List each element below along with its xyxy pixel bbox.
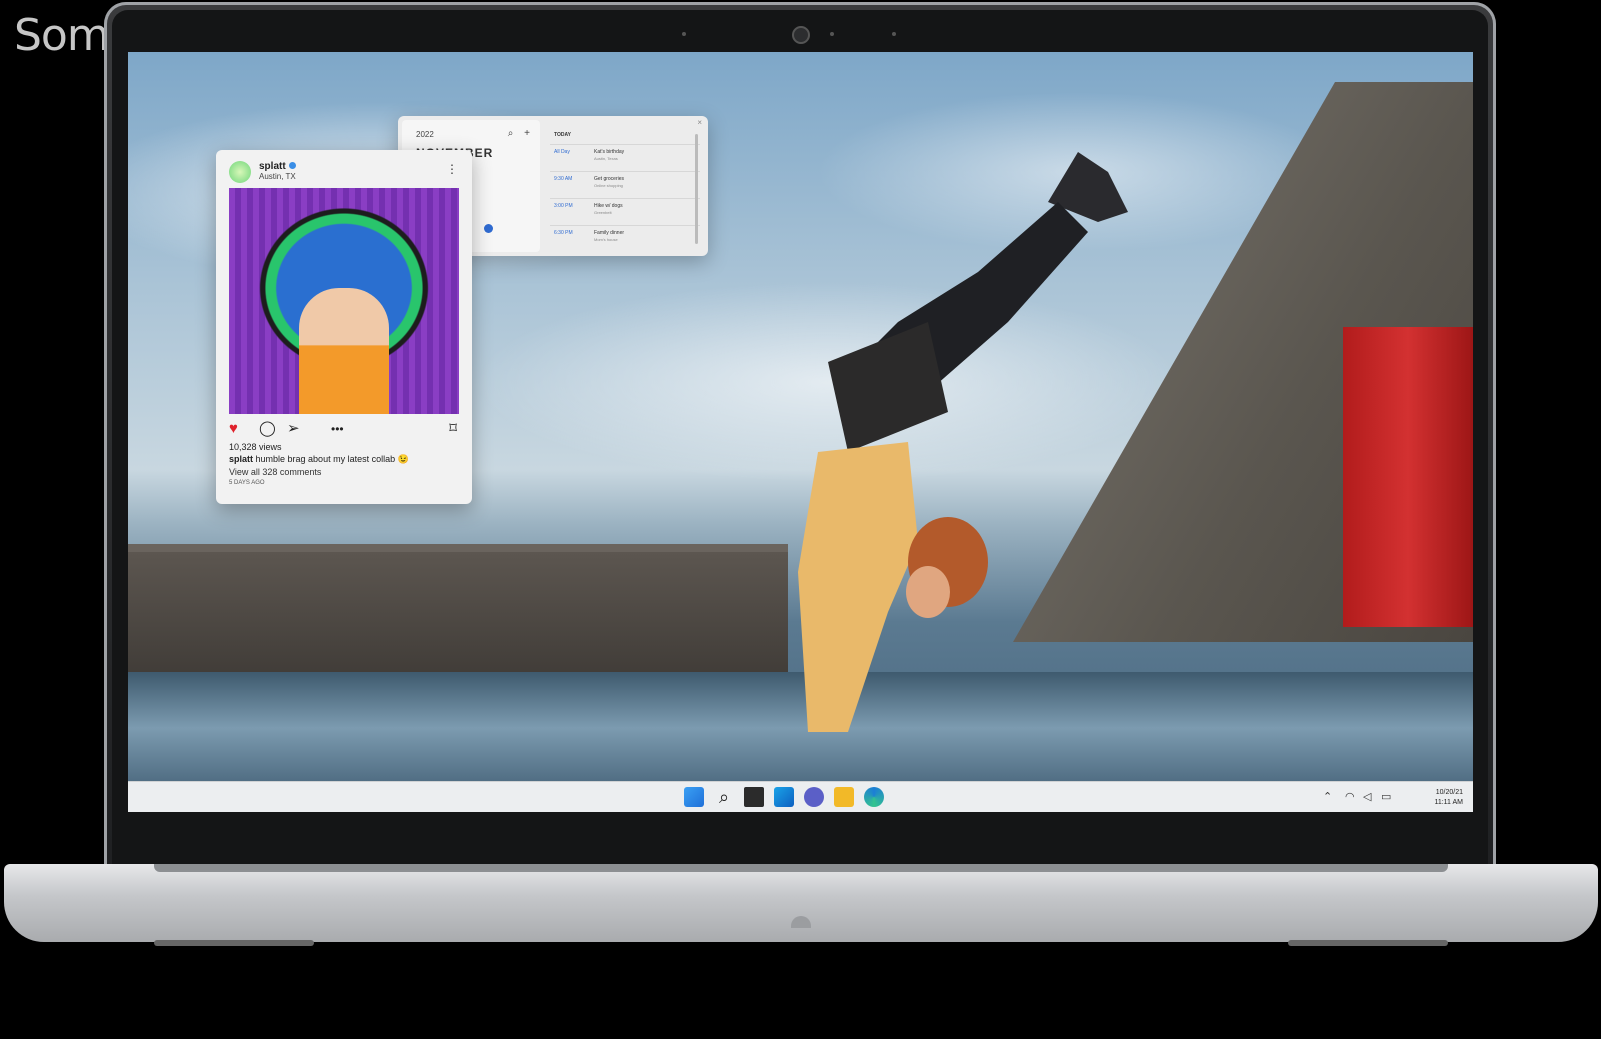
post-location[interactable]: Austin, TX [259,172,296,181]
search-icon[interactable]: ⌕ [508,128,514,139]
system-tray: ⌃ ◠ ◁ ▭ 10/20/21 11:11 AM [1323,786,1463,808]
more-options-icon[interactable]: ⋮ [446,162,458,176]
post-caption: splatt humble brag about my latest colla… [229,454,409,464]
mic-dot [830,32,834,36]
calendar-today-marker[interactable] [484,224,493,233]
task-view-icon[interactable] [744,787,764,807]
agenda-event[interactable]: All Day Kat's birthday Austin, Texas [550,144,700,171]
comment-icon[interactable]: ◯ [259,420,276,438]
file-explorer-icon[interactable] [834,787,854,807]
volume-icon[interactable]: ◁ [1363,790,1371,803]
add-icon[interactable]: + [524,128,530,139]
agenda-event[interactable]: 9:30 AM Get groceries Online shopping [550,171,700,198]
event-time: All Day [554,149,570,155]
calendar-year-dropdown[interactable]: 2022 [416,130,434,139]
agenda-header: TODAY [554,132,571,138]
mic-dot [892,32,896,36]
wifi-icon[interactable]: ◠ [1345,790,1355,803]
agenda-event[interactable]: 3:00 PM Hike w/ dogs Greenbelt [550,198,700,225]
laptop-hinge [154,864,1448,872]
calendar-agenda: TODAY All Day Kat's birthday Austin, Tex… [550,124,700,248]
verified-badge-icon [288,162,296,169]
laptop-foot [1288,940,1448,946]
post-actions: ♥ ◯ ➢ ••• ⌑ [229,420,459,438]
event-time: 6:30 PM [554,230,573,236]
post-timestamp: 5 DAYS AGO [229,480,265,486]
event-title: Kat's birthday [594,149,625,155]
mic-dot [682,32,686,36]
calendar-tools: ⌕ + [508,128,530,139]
agenda-event[interactable]: 6:30 PM Family dinner Mom's house [550,225,700,252]
post-views: 10,328 views [229,442,282,452]
clock-time: 11:11 AM [1434,799,1463,806]
event-time: 9:30 AM [554,176,573,182]
close-icon[interactable]: × [697,118,702,127]
send-icon[interactable]: ➢ [287,420,300,438]
social-post-widget[interactable]: splatt Austin, TX ⋮ ♥ ◯ ➢ ••• ⌑ 10,328 v… [216,150,472,504]
chevron-up-icon[interactable]: ⌃ [1323,790,1332,803]
wallpaper-handstand-person [798,152,1128,732]
carousel-dots-icon: ••• [331,422,344,436]
clock[interactable]: 10/20/21 11:11 AM [1434,788,1463,808]
laptop-foot [154,940,314,946]
event-time: 3:00 PM [554,203,573,209]
teams-chat-icon[interactable] [804,787,824,807]
event-subtitle: Online shopping [594,183,623,188]
event-subtitle: Greenbelt [594,210,612,215]
lid-opening-notch [791,916,811,928]
post-username[interactable]: splatt [259,161,296,172]
post-image-person [299,288,389,414]
battery-icon[interactable]: ▭ [1381,790,1391,803]
wallpaper-red-door [1343,327,1473,627]
edge-browser-icon[interactable] [864,787,884,807]
wink-emoji: 😉 [397,454,409,464]
search-icon[interactable]: ⌕ [714,787,734,807]
taskbar: ⌕ ⌃ ◠ ◁ ▭ 10/20/21 11:11 AM [128,781,1473,812]
event-title: Get groceries [594,176,625,182]
windows-start-icon[interactable] [684,787,704,807]
webcam [792,26,810,44]
event-title: Family dinner [594,230,625,236]
avatar[interactable] [229,161,251,183]
post-image[interactable] [229,188,459,414]
desktop-screen: 2022 ⌕ + NOVEMBER TODAY All Day Kat's bi… [128,52,1473,812]
view-comments-link[interactable]: View all 328 comments [229,467,321,477]
widgets-icon[interactable] [774,787,794,807]
laptop-base [4,864,1598,946]
event-title: Hike w/ dogs [594,203,623,209]
event-subtitle: Austin, Texas [594,156,618,161]
event-subtitle: Mom's house [594,237,618,242]
agenda-scrollbar[interactable] [695,134,698,244]
clock-date: 10/20/21 [1435,789,1463,796]
heart-icon[interactable]: ♥ [229,420,238,438]
bookmark-icon[interactable]: ⌑ [449,420,457,438]
